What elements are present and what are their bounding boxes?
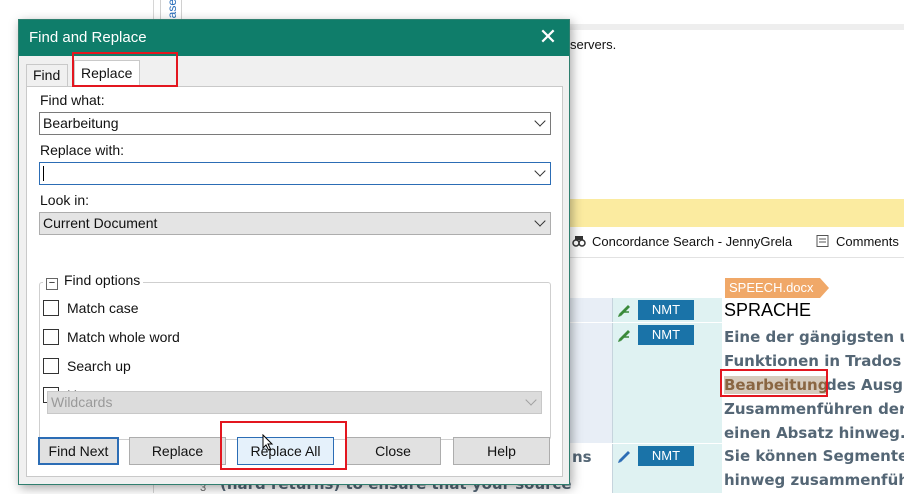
segment-line: einen Absatz hinweg.: [724, 424, 904, 442]
find-options-label: Find options: [64, 272, 141, 288]
close-icon[interactable]: ✕: [537, 26, 559, 48]
nmt-badge: NMT: [638, 325, 694, 345]
chevron-down-icon[interactable]: [534, 215, 546, 227]
find-what-label: Find what:: [40, 92, 105, 108]
use-mode-value: Wildcards: [51, 394, 113, 410]
table-row[interactable]: SPEECH.docx: [560, 262, 904, 298]
match-whole-word-checkbox[interactable]: Match whole word: [43, 329, 180, 345]
segment-text: SPRACHE: [724, 300, 812, 320]
intro-text: servers.: [570, 37, 617, 52]
find-replace-dialog: Find and Replace ✕ Find Replace Find wha…: [18, 19, 570, 485]
notification-bar: [560, 199, 904, 227]
replace-with-combo[interactable]: [39, 162, 551, 185]
segment-line: Funktionen in Trados: [724, 352, 902, 370]
concordance-tab[interactable]: Concordance Search - JennyGrela: [572, 234, 792, 249]
status-cell: [612, 262, 722, 298]
segment-line-highlight: Bearbeitung: [724, 373, 829, 397]
comments-label: Comments: [836, 234, 899, 249]
concordance-icon: [572, 236, 586, 247]
look-in-label: Look in:: [40, 192, 90, 208]
text-caret: [43, 166, 44, 181]
tab-replace-label: Replace: [81, 65, 133, 81]
close-button[interactable]: Close: [345, 437, 441, 465]
segment-line: Zusammenführen der: [724, 400, 904, 418]
bottom-toolbar: Concordance Search - JennyGrela Comments: [560, 228, 904, 258]
checkbox-box[interactable]: [43, 300, 59, 316]
find-next-button[interactable]: Find Next: [38, 437, 119, 465]
segment-line-rest: des Ausg: [826, 376, 904, 394]
find-options-legend[interactable]: − Find options: [43, 272, 144, 290]
mouse-cursor-icon: [262, 434, 274, 451]
segment-line: Sie können Segmente: [724, 447, 904, 465]
dialog-titlebar[interactable]: Find and Replace ✕: [19, 20, 569, 56]
match-case-label: Match case: [67, 300, 139, 316]
table-row[interactable]: NMT SPRACHE: [560, 298, 904, 322]
replace-all-button[interactable]: Replace All: [237, 437, 334, 465]
match-case-checkbox[interactable]: Match case: [43, 300, 139, 316]
left-fragment: ns: [572, 448, 592, 466]
dialog-title: Find and Replace: [29, 29, 147, 46]
use-mode-select: Wildcards: [47, 391, 542, 414]
search-up-label: Search up: [67, 358, 131, 374]
tab-find[interactable]: Find: [26, 64, 68, 86]
look-in-value: Current Document: [43, 215, 158, 231]
edit-pencil-icon: [618, 451, 630, 463]
comments-icon: [816, 235, 829, 247]
editor-grid: SPEECH.docx NMT SPRACHE NMT Eine der gän…: [560, 262, 904, 493]
checkbox-box[interactable]: [43, 329, 59, 345]
match-whole-word-label: Match whole word: [67, 329, 180, 345]
search-hit: Bearbeitung: [724, 376, 829, 394]
chevron-down-icon: [525, 394, 537, 406]
edit-pencil-icon: [618, 305, 630, 317]
look-in-select[interactable]: Current Document: [39, 212, 551, 235]
replace-with-label: Replace with:: [40, 142, 125, 158]
nmt-badge: NMT: [638, 446, 694, 466]
help-button[interactable]: Help: [453, 437, 550, 465]
comments-tab[interactable]: Comments: [816, 234, 899, 249]
checkbox-box[interactable]: [43, 358, 59, 374]
concordance-label: Concordance Search - JennyGrela: [592, 234, 793, 249]
tab-replace[interactable]: Replace: [74, 60, 140, 87]
nmt-badge: NMT: [638, 300, 694, 320]
side-tab-label: ase: [165, 0, 179, 19]
collapse-icon[interactable]: −: [46, 278, 58, 290]
search-up-checkbox[interactable]: Search up: [43, 358, 131, 374]
chevron-down-icon[interactable]: [534, 165, 546, 177]
find-what-value: Bearbeitung: [43, 115, 119, 131]
find-what-combo[interactable]: Bearbeitung: [39, 112, 551, 135]
segment-line: Eine der gängigsten un: [724, 328, 904, 346]
edit-pencil-icon: [618, 330, 630, 342]
chevron-down-icon[interactable]: [534, 115, 546, 127]
table-row[interactable]: NMT Sie können Segmente hinweg zusammenf…: [560, 444, 904, 493]
document-tag: SPEECH.docx: [725, 278, 829, 298]
replace-button[interactable]: Replace: [129, 437, 226, 465]
segment-line: hinweg zusammenfüh: [724, 471, 904, 489]
table-row[interactable]: NMT Eine der gängigsten un Funktionen in…: [560, 323, 904, 443]
replace-panel: Find what: Bearbeitung Replace with: Loo…: [26, 86, 563, 477]
